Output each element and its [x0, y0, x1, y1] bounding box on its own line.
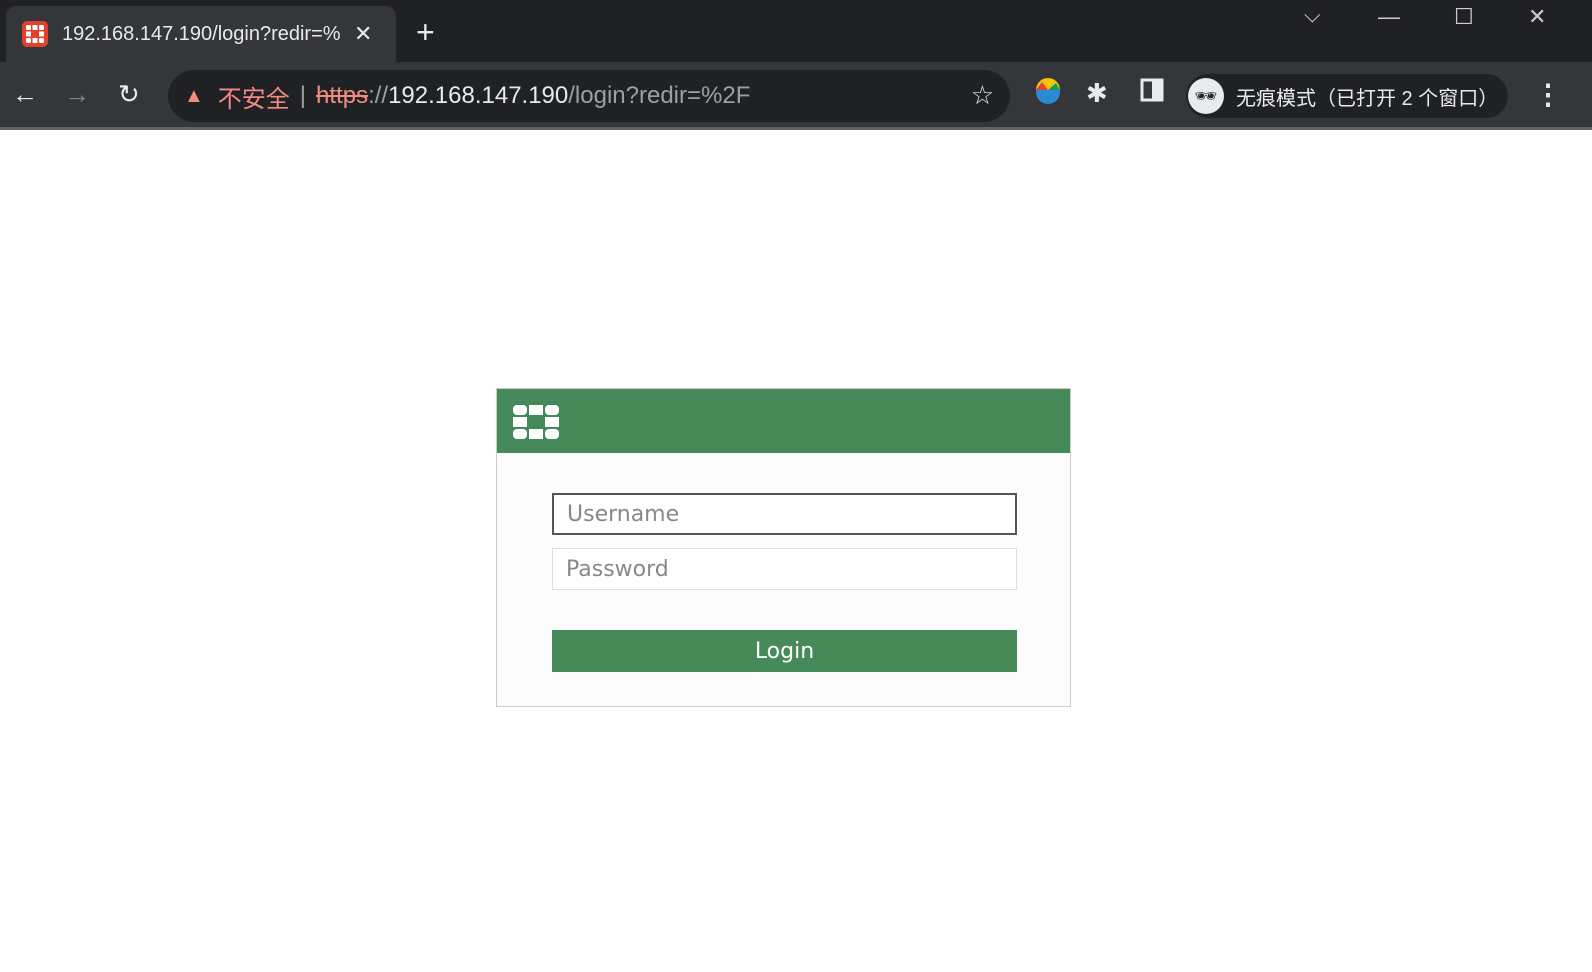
tab-close-icon[interactable]: ✕	[354, 21, 372, 47]
window-close-icon[interactable]: ✕	[1528, 4, 1546, 30]
new-tab-button[interactable]: +	[416, 14, 435, 50]
warning-icon[interactable]: ▲	[184, 85, 204, 108]
maximize-icon[interactable]: ☐	[1454, 4, 1474, 30]
forward-icon[interactable]: →	[64, 80, 90, 108]
browser-titlebar: 192.168.147.190/login?redir=%2F ✕ + ⌵ — …	[0, 0, 1592, 62]
url-separator: ://	[368, 82, 389, 109]
login-button[interactable]: Login	[552, 630, 1017, 672]
side-panel-icon[interactable]	[1140, 78, 1164, 109]
fortinet-favicon-icon	[22, 21, 48, 47]
minimize-icon[interactable]: —	[1378, 4, 1400, 30]
url-scheme: https	[316, 82, 369, 109]
url-path: /login?redir=%2F	[568, 82, 751, 109]
address-bar[interactable]: ▲ 不安全 | https://192.168.147.190/login?re…	[168, 70, 1010, 122]
back-icon[interactable]: ←	[12, 80, 38, 108]
password-input[interactable]	[552, 548, 1017, 590]
fortinet-logo-icon	[513, 405, 559, 439]
extensions-puzzle-icon[interactable]: ✱	[1086, 78, 1108, 109]
incognito-indicator[interactable]: 🕶 无痕模式（已打开 2 个窗口）	[1186, 74, 1508, 118]
security-label[interactable]: 不安全	[218, 79, 290, 114]
browser-toolbar: ← → ↻ ▲ 不安全 | https://192.168.147.190/lo…	[0, 62, 1592, 130]
browser-tab[interactable]: 192.168.147.190/login?redir=%2F ✕	[6, 6, 396, 62]
tab-search-chevron-icon[interactable]: ⌵	[1304, 2, 1321, 28]
tab-title: 192.168.147.190/login?redir=%2F	[62, 22, 340, 45]
more-menu-icon[interactable]: ⋮	[1534, 78, 1562, 111]
username-input[interactable]	[552, 493, 1017, 535]
incognito-label: 无痕模式（已打开 2 个窗口）	[1236, 87, 1499, 110]
bookmark-star-icon[interactable]: ☆	[971, 80, 994, 111]
extension-colorful-icon[interactable]	[1034, 78, 1062, 113]
login-header	[497, 389, 1070, 453]
reload-icon[interactable]: ↻	[118, 80, 140, 108]
login-card: Login	[496, 388, 1071, 707]
url-host: 192.168.147.190	[388, 82, 569, 109]
incognito-icon: 🕶	[1188, 78, 1224, 114]
separator: |	[299, 82, 307, 109]
